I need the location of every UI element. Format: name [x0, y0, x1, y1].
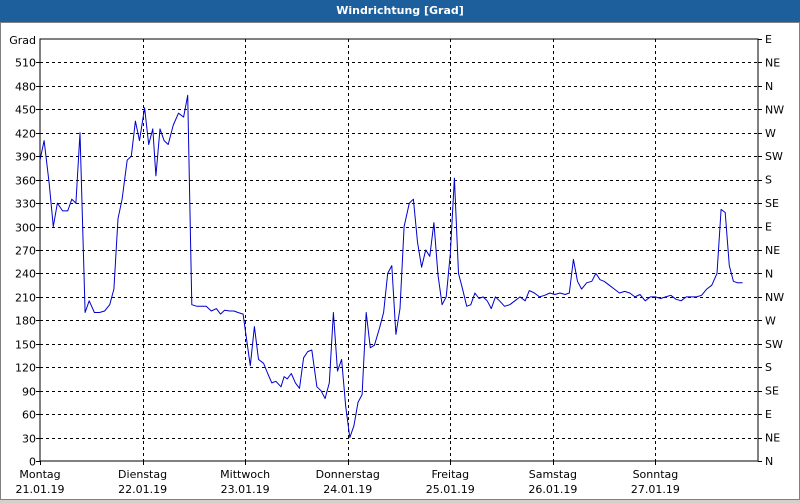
x-tick-date: 23.01.19: [221, 483, 270, 496]
y-axis-label: Grad: [9, 34, 36, 47]
compass-label: SE: [765, 385, 779, 398]
y-tick-label: 330: [15, 198, 36, 211]
compass-label: S: [765, 174, 772, 187]
wind-direction-series-line: [39, 94, 743, 439]
x-tick-date: 24.01.19: [323, 483, 372, 496]
compass-label: NW: [765, 103, 784, 116]
compass-label: SW: [765, 338, 783, 351]
x-tick-day: Freitag: [431, 468, 469, 481]
x-tick-date: 21.01.19: [16, 483, 65, 496]
compass-label: N: [765, 267, 773, 280]
y-tick-label: 210: [15, 292, 36, 305]
y-tick-label: 510: [15, 57, 36, 70]
compass-label: S: [765, 361, 772, 374]
x-tick-day: Montag: [19, 468, 60, 481]
y-tick-label: 90: [22, 386, 36, 399]
x-tick-day: Mittwoch: [220, 468, 270, 481]
compass-label: E: [765, 33, 772, 46]
y-tick-label: 390: [15, 151, 36, 164]
x-tick-day: Donnerstag: [316, 468, 380, 481]
compass-label: N: [765, 80, 773, 93]
x-tick-day: Dienstag: [118, 468, 167, 481]
compass-label: W: [765, 314, 776, 327]
compass-label: NE: [765, 432, 780, 445]
x-tick-date: 26.01.19: [528, 483, 577, 496]
compass-label: E: [765, 408, 772, 421]
compass-label: E: [765, 221, 772, 234]
compass-label: SW: [765, 150, 783, 163]
y-tick-label: 300: [15, 222, 36, 235]
x-tick-day: Sonntag: [633, 468, 679, 481]
y-tick-label: 360: [15, 175, 36, 188]
y-tick-label: 0: [29, 456, 36, 469]
compass-label: SE: [765, 197, 779, 210]
compass-label: N: [765, 455, 773, 468]
y-tick-label: 120: [15, 362, 36, 375]
y-tick-label: 480: [15, 81, 36, 94]
x-tick-day: Samstag: [529, 468, 577, 481]
chart-title: Windrichtung [Grad]: [0, 0, 800, 22]
chart-frame: 0 30 60 90 120 150 180 210 240 270 300 330 360 390 420…: [0, 10, 800, 500]
compass-label: W: [765, 127, 776, 140]
x-tick-date: 22.01.19: [118, 483, 167, 496]
plot-area-border: [39, 38, 759, 462]
compass-label: NW: [765, 291, 784, 304]
x-tick-date: 27.01.19: [631, 483, 680, 496]
y-tick-label: 240: [15, 268, 36, 281]
y-tick-label: 30: [22, 433, 36, 446]
wind-direction-chart: 0 30 60 90 120 150 180 210 240 270 300 330 360 390 420…: [9, 10, 784, 496]
y-tick-label: 420: [15, 128, 36, 141]
y-tick-label: 180: [15, 315, 36, 328]
y-tick-label: 450: [15, 104, 36, 117]
y-tick-label: 270: [15, 245, 36, 258]
y-tick-label: 60: [22, 409, 36, 422]
y-tick-label: 150: [15, 339, 36, 352]
compass-label: NE: [765, 56, 780, 69]
compass-label: NE: [765, 244, 780, 257]
x-tick-date: 25.01.19: [426, 483, 475, 496]
